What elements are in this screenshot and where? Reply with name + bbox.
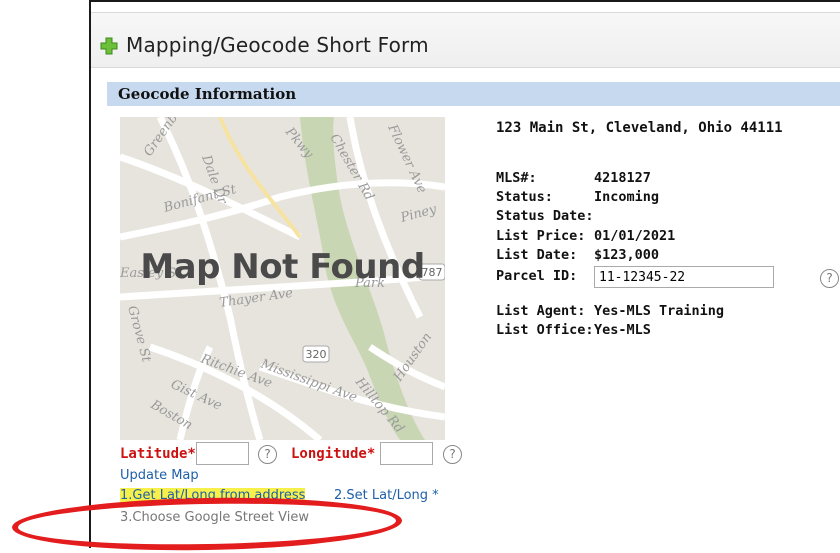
latitude-input[interactable] <box>196 442 249 465</box>
set-latlong-link[interactable]: 2.Set Lat/Long * <box>334 488 439 503</box>
list-price-value: 01/01/2021 <box>594 228 676 244</box>
property-address: 123 Main St, Cleveland, Ohio 44111 <box>496 120 783 136</box>
status-label: Status: <box>496 189 553 205</box>
status-value: Incoming <box>594 189 660 205</box>
agent-value: Yes-MLS Training <box>594 303 725 319</box>
page-title: Mapping/Geocode Short Form <box>126 33 429 57</box>
map-not-found-overlay: Map Not Found <box>140 247 425 287</box>
longitude-label: Longitude* <box>291 446 376 462</box>
agent-label: List Agent: <box>496 303 586 319</box>
form-titlebar: Mapping/Geocode Short Form <box>91 12 840 68</box>
longitude-input[interactable] <box>380 442 433 465</box>
list-price-label: List Price: <box>496 228 586 244</box>
latitude-help-icon[interactable]: ? <box>258 445 277 464</box>
parcel-help-icon[interactable]: ? <box>820 269 839 288</box>
longitude-help-icon[interactable]: ? <box>443 445 462 464</box>
status-date-label: Status Date: <box>496 208 594 224</box>
svg-text:320: 320 <box>306 348 327 361</box>
update-map-link[interactable]: Update Map <box>120 468 199 483</box>
mls-label: MLS#: <box>496 170 537 186</box>
office-label: List Office: <box>496 322 594 338</box>
parcel-id-input[interactable] <box>594 266 774 288</box>
latitude-label: Latitude* <box>120 446 196 462</box>
section-header: Geocode Information <box>107 82 840 106</box>
route-badge: 320 <box>302 345 330 363</box>
map-view[interactable]: Greenbrier Dale Dr Bonifant St Chester R… <box>120 117 445 440</box>
parcel-label: Parcel ID: <box>496 268 578 284</box>
list-date-label: List Date: <box>496 247 578 263</box>
section-title: Geocode Information <box>118 85 297 103</box>
mls-value: 4218127 <box>594 170 651 186</box>
list-date-value: $123,000 <box>594 247 660 263</box>
plus-icon <box>100 37 118 55</box>
form-panel: Mapping/Geocode Short Form Geocode Infor… <box>89 0 840 548</box>
office-value: Yes-MLS <box>594 322 651 338</box>
